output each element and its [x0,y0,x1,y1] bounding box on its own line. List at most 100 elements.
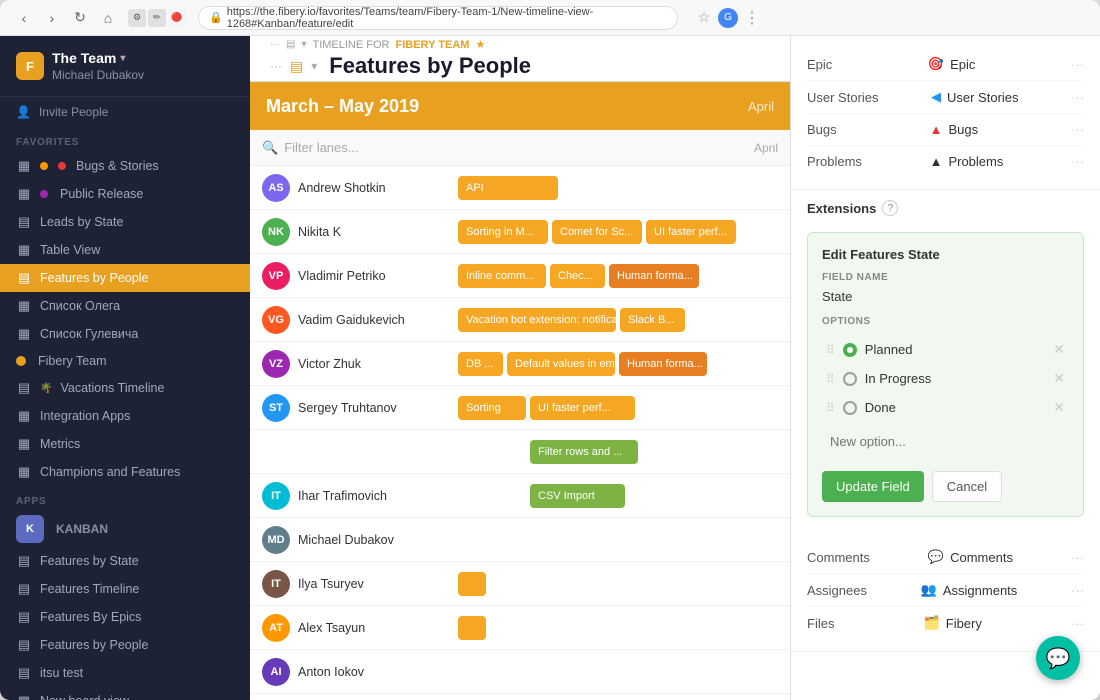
breadcrumb-caret: ▾ [301,39,306,50]
options-label: OPTIONS [822,316,1069,327]
sidebar-item-features-by-people-2[interactable]: ▤ Features by People [0,631,250,659]
bar-vacation-bot[interactable]: Vacation bot extension: notificati... [458,308,616,332]
cancel-button[interactable]: Cancel [932,471,1002,502]
sidebar-item-список-гулевича[interactable]: ▦ Список Гулевича [0,320,250,348]
bar-human-forma[interactable]: Human forma... [609,264,699,288]
field-name-files: Files [807,616,834,631]
bar-small2[interactable] [458,616,486,640]
bar-comet[interactable]: Comet for Sc... [552,220,642,244]
bottom-fields-section: Comments 💬 Comments ··· Assignees 👥 Assi… [791,529,1100,652]
sidebar-item-table-view[interactable]: ▦ Table View [0,236,250,264]
epic-dots-button[interactable]: ··· [1071,57,1084,72]
invite-people-button[interactable]: 👤 Invite People [0,97,250,127]
bar-sorting2[interactable]: Sorting [458,396,526,420]
url-text: https://the.fibery.io/favorites/Teams/te… [227,6,667,30]
forward-button[interactable]: › [40,6,64,30]
option-in-progress[interactable]: ⠿ In Progress ✕ [822,364,1069,393]
person-name: Vadim Gaidukevich [298,313,405,327]
option-planned[interactable]: ⠿ Planned ✕ [822,335,1069,364]
bar-sorting[interactable]: Sorting in M... [458,220,548,244]
sidebar-item-features-state[interactable]: ▤ Features by State [0,547,250,575]
bar-csv[interactable]: CSV Import [530,484,625,508]
refresh-button[interactable]: ↻ [68,6,92,30]
toolbar-ext-2[interactable]: ✏ [148,9,166,27]
sidebar-header: F The Team ▾ Michael Dubakov [0,36,250,97]
back-button[interactable]: ‹ [12,6,36,30]
team-name[interactable]: The Team ▾ [52,50,144,66]
field-value-problems: ▲ Problems [930,154,1004,169]
sidebar-item-features-by-epics[interactable]: ▤ Features By Epics [0,603,250,631]
user-stories-dots-button[interactable]: ··· [1071,90,1084,105]
option-done[interactable]: ⠿ Done ✕ [822,393,1069,422]
in-progress-close-button[interactable]: ✕ [1053,370,1065,387]
drag-handle-icon[interactable]: ⠿ [826,343,835,357]
bookmark-icon[interactable]: ☆ [694,8,714,28]
view-title: Features by People [329,53,531,79]
sidebar-icon: ▤ [16,270,32,286]
bar-inline[interactable]: Inline comm... [458,264,546,288]
sidebar-icon: ▤ [16,553,32,569]
problems-value-label: Problems [948,154,1003,169]
sidebar-item-champions-features[interactable]: ▦ Champions and Features [0,458,250,486]
avatar: ST [262,394,290,422]
bar-small[interactable] [458,572,486,596]
bar-slack[interactable]: Slack B... [620,308,685,332]
problems-dots-button[interactable]: ··· [1071,154,1084,169]
in-progress-radio[interactable] [843,372,857,386]
planned-close-button[interactable]: ✕ [1053,341,1065,358]
planned-radio[interactable] [843,343,857,357]
person-name: Anton Iokov [298,665,364,679]
bugs-dots-button[interactable]: ··· [1071,122,1084,137]
bar-db[interactable]: DB ... [458,352,503,376]
extensions-help-icon[interactable]: ? [882,200,898,216]
bar-filter-rows[interactable]: Filter rows and ... [530,440,638,464]
assignees-dots-button[interactable]: ··· [1071,583,1084,598]
sidebar-item-new-board-view[interactable]: ▦ New board view [0,687,250,700]
sidebar-item-itsu-test[interactable]: ▤ itsu test [0,659,250,687]
timeline-bars: Sorting UI faster perf... [450,386,790,429]
sidebar-item-label: Public Release [60,187,143,201]
sidebar-item-features-people[interactable]: ▤ Features by People [0,264,250,292]
sidebar-item-features-timeline[interactable]: ▤ Features Timeline [0,575,250,603]
person-cell: VG Vadim Gaidukevich [250,306,450,334]
new-option-input[interactable] [826,428,1065,455]
timeline-bars: Sorting in M... Comet for Sc... UI faste… [450,210,790,253]
bar-human-forma2[interactable]: Human forma... [619,352,707,376]
bar-api[interactable]: API [458,176,558,200]
sidebar-item-public-release[interactable]: ▦ Public Release [0,180,250,208]
update-field-button[interactable]: Update Field [822,471,924,502]
person-cell: AS Andrew Shotkin [250,174,450,202]
user-name: Michael Dubakov [52,68,144,82]
comments-dots-button[interactable]: ··· [1071,550,1084,565]
sidebar-item-label: Features Timeline [40,582,139,596]
url-bar[interactable]: 🔒 https://the.fibery.io/favorites/Teams/… [198,6,678,30]
toolbar-ext-3[interactable]: 🔴 [168,9,186,27]
sidebar-item-leads-state[interactable]: ▤ Leads by State [0,208,250,236]
sidebar-item-bugs-stories[interactable]: ▦ Bugs & Stories [0,152,250,180]
sidebar-item-fibery-team[interactable]: Fibery Team [0,348,250,374]
filter-input-container[interactable]: 🔍 Filter lanes... [262,140,754,156]
drag-handle-icon[interactable]: ⠿ [826,401,835,415]
profile-icon[interactable]: G [718,8,738,28]
bar-default[interactable]: Default values in em... [507,352,615,376]
done-close-button[interactable]: ✕ [1053,399,1065,416]
avatar: IT [262,570,290,598]
sidebar-icon: ▦ [16,436,32,452]
toolbar-ext-1[interactable]: ⚙ [128,9,146,27]
menu-icon[interactable]: ⋮ [742,8,762,28]
sidebar-item-integration-apps[interactable]: ▦ Integration Apps [0,402,250,430]
files-dots-button[interactable]: ··· [1071,616,1084,631]
bar-ui[interactable]: UI faster perf... [646,220,736,244]
bar-ui2[interactable]: UI faster perf... [530,396,635,420]
sidebar-item-vacations-timeline[interactable]: ▤ 🌴 Vacations Timeline [0,374,250,402]
field-row-user-stories: User Stories ◀ User Stories ··· [807,81,1084,114]
drag-handle-icon[interactable]: ⠿ [826,372,835,386]
assignees-value-label: Assignments [943,583,1017,598]
sidebar-icon: ▤ [16,214,32,230]
done-radio[interactable] [843,401,857,415]
bar-chec[interactable]: Chec... [550,264,605,288]
chat-bubble-button[interactable]: 💬 [1036,636,1080,680]
sidebar-item-metrics[interactable]: ▦ Metrics [0,430,250,458]
home-button[interactable]: ⌂ [96,6,120,30]
sidebar-item-список-олега[interactable]: ▦ Список Олега [0,292,250,320]
